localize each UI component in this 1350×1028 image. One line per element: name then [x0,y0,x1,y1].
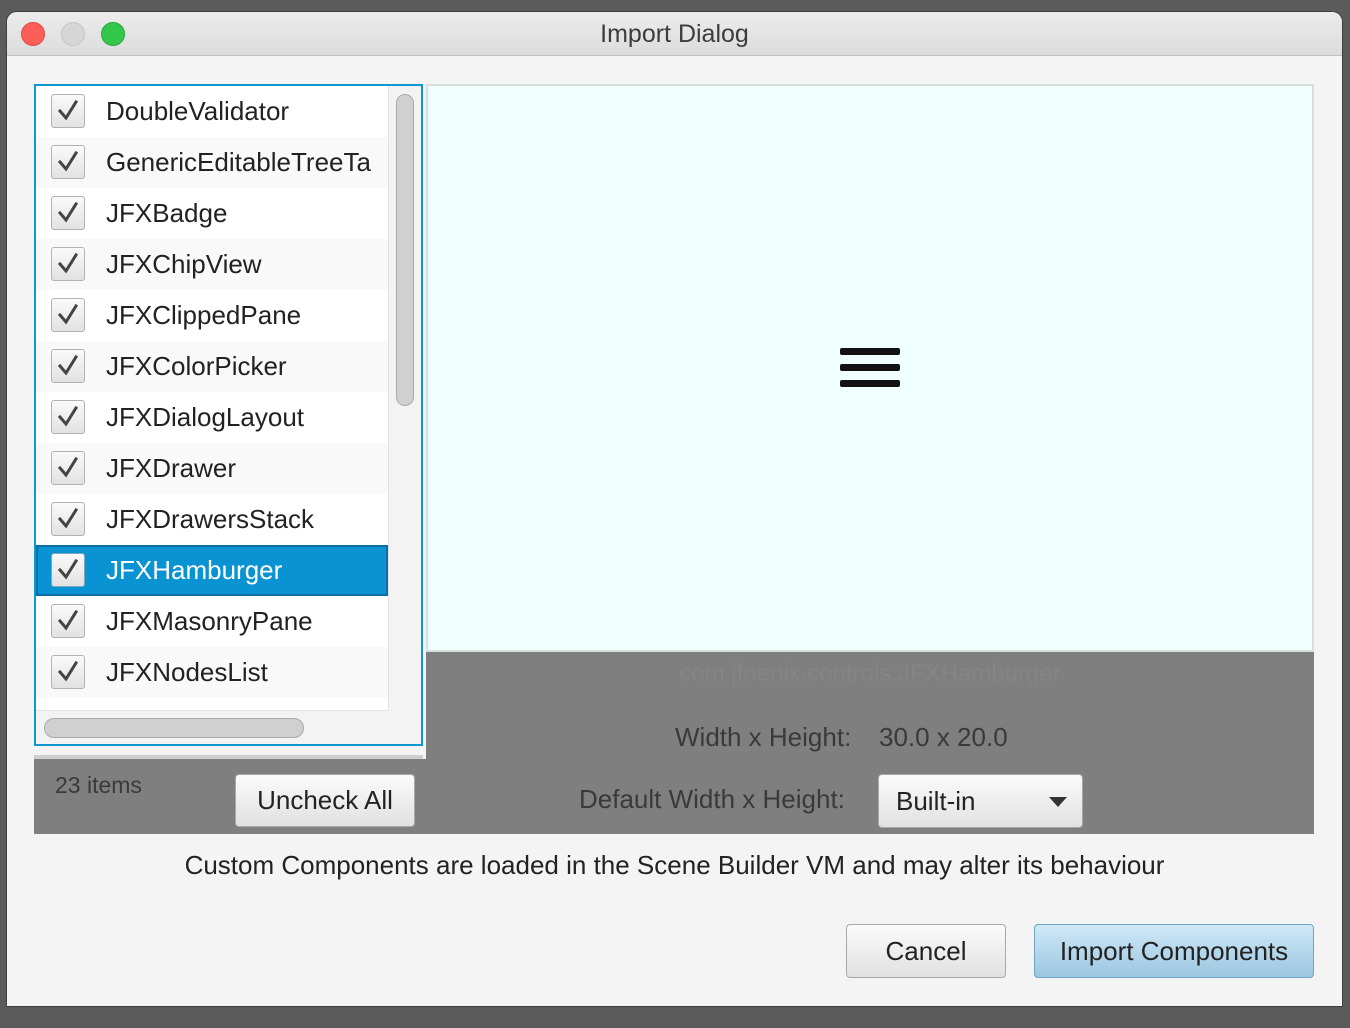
component-checkbox[interactable] [51,247,85,281]
checkmark-icon [57,405,79,427]
list-item-label: JFXDialogLayout [106,402,304,432]
items-count: 23 items [55,772,142,798]
list-item-label: JFXDrawer [106,453,237,483]
list-item[interactable]: JFXNodesList [36,647,388,698]
component-checkbox[interactable] [51,553,85,587]
list-item[interactable]: JFXColorPicker [36,341,388,392]
list-item-label: JFXHamburger [106,555,283,585]
default-size-label: Default Width x Height: [579,784,845,814]
vertical-scroll-thumb[interactable] [396,94,414,406]
component-checkbox[interactable] [51,502,85,536]
checkmark-icon [57,660,79,682]
list-item[interactable]: JFXDialogLayout [36,392,388,443]
list-item-label: JFXDrawersStack [106,504,315,534]
checkmark-icon [57,609,79,631]
chevron-down-icon [1049,797,1067,807]
cancel-button[interactable]: Cancel [846,924,1006,978]
window-title: Import Dialog [600,20,749,48]
warning-message: Custom Components are loaded in the Scen… [184,850,1165,880]
checkmark-icon [57,507,79,529]
component-checkbox[interactable] [51,655,85,689]
import-components-button[interactable]: Import Components [1034,924,1314,978]
checkmark-icon [57,558,79,580]
uncheck-all-button[interactable]: Uncheck All [235,774,415,827]
default-size-value: Built-in [896,786,976,816]
list-item[interactable]: JFXClippedPane [36,290,388,341]
list-item-label: JFXColorPicker [106,351,287,381]
checkmark-icon [57,99,79,121]
list-item[interactable]: JFXDrawersStack [36,494,388,545]
horizontal-scroll-thumb[interactable] [44,718,304,738]
list-item[interactable]: JFXBadge [36,188,388,239]
checkmark-icon [57,252,79,274]
list-item[interactable]: GenericEditableTreeTa [36,137,388,188]
list-item[interactable]: DoubleValidator [36,86,388,137]
list-item-label: JFXNodesList [106,657,268,687]
list-item-label: JFXBadge [106,198,228,228]
component-checkbox[interactable] [51,451,85,485]
component-checkbox[interactable] [51,298,85,332]
component-checkbox[interactable] [51,349,85,383]
size-label: Width x Height: [675,722,852,752]
component-list[interactable]: DoubleValidator GenericEditableTreeTa JFXB… [34,84,423,746]
checkmark-icon [57,354,79,376]
component-checkbox[interactable] [51,604,85,638]
checkmark-icon [57,201,79,223]
list-divider [34,755,423,759]
list-item-label: JFXMasonryPane [106,606,313,636]
checkmark-icon [57,456,79,478]
size-value: 30.0 x 20.0 [879,722,1008,752]
hamburger-icon [840,348,900,388]
component-checkbox[interactable] [51,400,85,434]
title-bar[interactable]: Import Dialog [7,12,1342,56]
list-item[interactable]: JFXHamburger [36,545,388,596]
list-item-label: DoubleValidator [106,96,290,126]
checkmark-icon [57,303,79,325]
component-class-name: com.jfoenix.controls.JFXHamburger [679,660,1061,687]
component-checkbox[interactable] [51,145,85,179]
list-item-label: JFXChipView [106,249,262,279]
list-item-label: GenericEditableTreeTa [106,147,371,177]
list-item[interactable]: JFXDrawer [36,443,388,494]
component-checkbox[interactable] [51,94,85,128]
checkmark-icon [57,150,79,172]
list-item-label: JFXClippedPane [106,300,302,330]
component-checkbox[interactable] [51,196,85,230]
component-preview [426,84,1314,652]
list-item[interactable]: JFXMasonryPane [36,596,388,647]
default-size-select[interactable]: Built-in [878,774,1083,828]
scroll-corner [388,710,421,744]
import-dialog-window: Import Dialog DoubleValidator GenericEdit… [7,12,1342,1006]
list-item[interactable]: JFXChipView [36,239,388,290]
